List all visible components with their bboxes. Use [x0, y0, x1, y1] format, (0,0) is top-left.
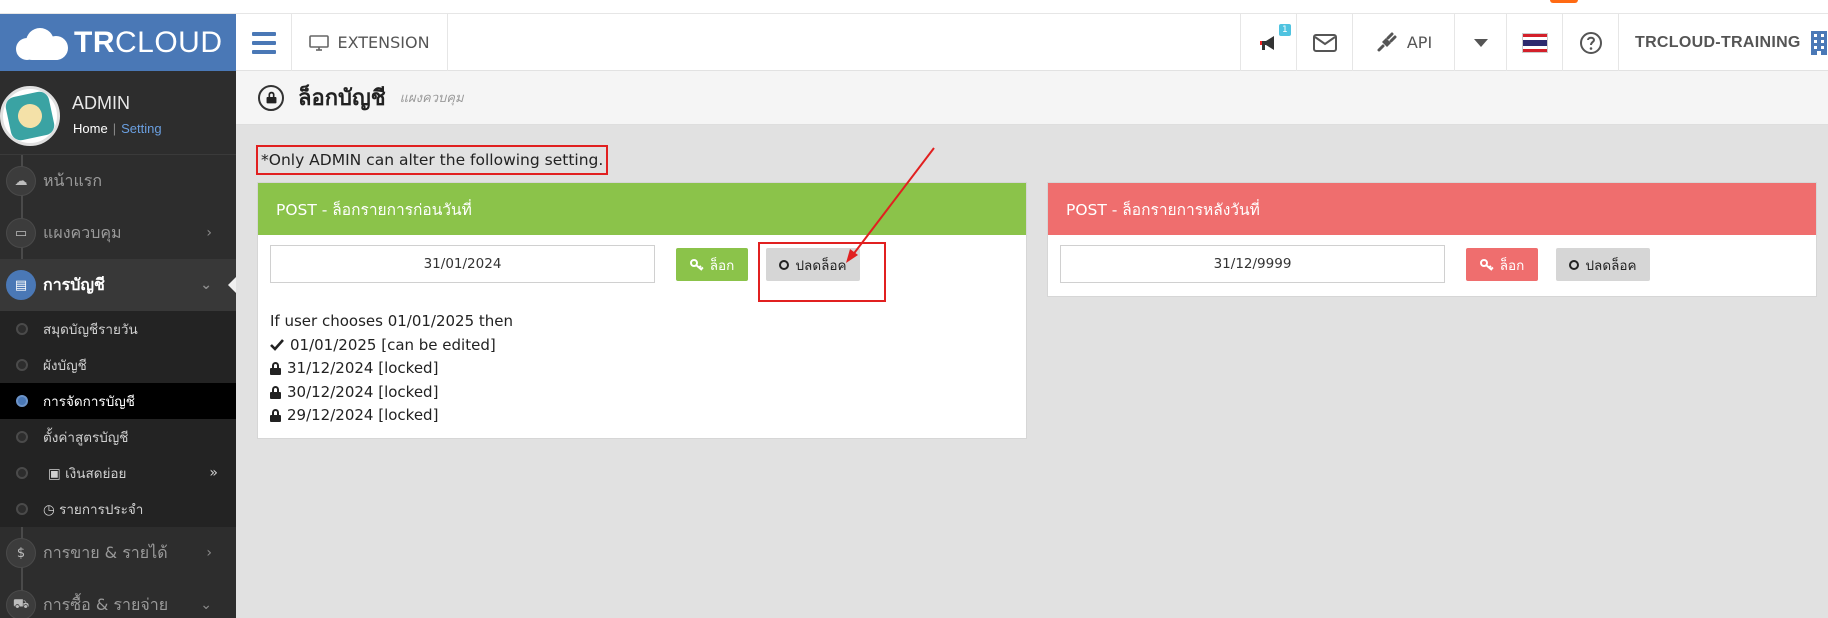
- page-header: ล็อกบัญชี แผงควบคุม: [236, 71, 1828, 125]
- lock-after-lock-button[interactable]: ล็อก: [1466, 248, 1538, 281]
- id-card-icon: ▣: [48, 466, 61, 482]
- cloud-icon: ☁: [6, 166, 36, 196]
- page-title: ล็อกบัญชี: [298, 86, 386, 111]
- lock-icon: [258, 84, 284, 111]
- sidebar-subitem-chart-of-accounts[interactable]: ผังบัญชี: [0, 347, 236, 383]
- lock-icon: [270, 385, 281, 399]
- chevron-down-icon: ⌄: [200, 597, 212, 613]
- explain-row: 29/12/2024 [locked]: [270, 404, 513, 428]
- language-flag-button[interactable]: [1506, 14, 1562, 71]
- key-icon: [689, 258, 704, 271]
- sidebar-item-accounting[interactable]: ▤ การบัญชี ⌄: [0, 259, 236, 311]
- lock-after-date-input[interactable]: 31/12/9999: [1060, 245, 1445, 283]
- profile-panel: ADMIN Home | Setting: [0, 71, 236, 155]
- extension-button[interactable]: EXTENSION: [292, 14, 448, 71]
- extension-label: EXTENSION: [337, 33, 430, 52]
- caret-down-icon: [1473, 38, 1488, 47]
- explain-intro: If user chooses 01/01/2025 then: [270, 312, 514, 330]
- sidebar: ADMIN Home | Setting ☁ หน้าแรก ▭ แผงควบคุม…: [0, 71, 236, 618]
- lock-before-panel: POST - ล็อกรายการก่อนวันที่ 31/01/2024 ล…: [257, 182, 1027, 439]
- mail-button[interactable]: [1296, 14, 1352, 71]
- building-icon: [1810, 30, 1827, 55]
- lock-after-title: POST - ล็อกรายการหลังวันที่: [1048, 183, 1816, 235]
- api-button[interactable]: API: [1352, 14, 1454, 71]
- chevron-down-icon: ⌄: [200, 277, 212, 293]
- circle-icon: [1569, 259, 1580, 270]
- sidebar-item-home[interactable]: ☁ หน้าแรก: [0, 155, 236, 207]
- top-header: TRCLOUD EXTENSION 1 API TRCLOUD-TRAINING: [0, 14, 1828, 71]
- envelope-icon: [1312, 33, 1337, 52]
- lock-after-panel: POST - ล็อกรายการหลังวันที่ 31/12/9999 ล…: [1047, 182, 1817, 297]
- sidebar-item-control-panel[interactable]: ▭ แผงควบคุม ›: [0, 207, 236, 259]
- check-icon: [270, 339, 284, 352]
- lock-after-unlock-button[interactable]: ปลดล็อค: [1556, 248, 1650, 281]
- chevron-right-icon: ›: [206, 225, 212, 241]
- sidebar-subitem-account-formula[interactable]: ตั้งค่าสูตรบัญชี: [0, 419, 236, 455]
- cart-icon: ⛟: [6, 590, 36, 618]
- explain-row: 31/12/2024 [locked]: [270, 357, 513, 381]
- api-label: API: [1406, 33, 1433, 52]
- breadcrumb-setting-link[interactable]: Setting: [121, 121, 161, 136]
- annotation-highlight-box: [758, 242, 886, 302]
- company-switcher[interactable]: TRCLOUD-TRAINING: [1618, 14, 1828, 71]
- header-right-tools: 1 API TRCLOUD-TRAINING: [1240, 14, 1828, 71]
- sidebar-item-purchases[interactable]: ⛟ การซื้อ & รายจ่าย ⌄: [0, 579, 236, 618]
- clock-icon: ◷: [43, 502, 55, 518]
- menu-toggle-button[interactable]: [236, 14, 292, 71]
- megaphone-icon: [1259, 35, 1274, 50]
- chevron-right-icon: ›: [206, 545, 212, 561]
- double-chevron-right-icon: »: [209, 465, 218, 481]
- explain-row: 01/01/2025 [can be edited]: [270, 334, 513, 358]
- monitor-icon: [309, 34, 330, 51]
- admin-notice: *Only ADMIN can alter the following sett…: [256, 145, 609, 175]
- question-circle-icon: [1579, 31, 1602, 54]
- page-subtitle: แผงควบคุม: [399, 91, 464, 106]
- notification-count-badge: 1: [1279, 24, 1291, 36]
- announcement-button[interactable]: 1: [1240, 14, 1296, 71]
- help-button[interactable]: [1562, 14, 1618, 71]
- sidebar-subitem-petty-cash[interactable]: ▣ เงินสดย่อย »: [0, 455, 236, 491]
- sidebar-subitem-journal[interactable]: สมุดบัญชีรายวัน: [0, 311, 236, 347]
- cloud-logo-icon: [16, 26, 70, 60]
- lock-before-lock-button[interactable]: ล็อก: [676, 248, 748, 281]
- breadcrumb: Home | Setting: [73, 121, 162, 136]
- profile-name: ADMIN: [72, 93, 130, 113]
- key-icon: [1479, 258, 1494, 271]
- sidebar-item-sales[interactable]: $ การขาย & รายได้ ›: [0, 527, 236, 579]
- breadcrumb-home-link[interactable]: Home: [73, 121, 108, 136]
- lock-before-date-input[interactable]: 31/01/2024: [270, 245, 655, 283]
- thai-flag-icon: [1521, 32, 1548, 53]
- dollar-icon: $: [6, 538, 36, 568]
- sidebar-subitem-account-management[interactable]: การจัดการบัญชี: [0, 383, 236, 419]
- lock-icon: [270, 362, 281, 376]
- sidebar-subitem-recurring[interactable]: ◷ รายการประจำ: [0, 491, 236, 527]
- company-name: TRCLOUD-TRAINING: [1635, 33, 1801, 51]
- explain-row: 30/12/2024 [locked]: [270, 381, 513, 405]
- plug-icon: [1377, 32, 1397, 51]
- orange-badge: [1550, 0, 1578, 3]
- book-icon: ▤: [6, 270, 36, 300]
- logo[interactable]: TRCLOUD: [0, 14, 236, 71]
- lock-explanation: If user chooses 01/01/2025 then 01/01/20…: [270, 310, 513, 428]
- lock-icon: [270, 409, 281, 423]
- dropdown-button[interactable]: [1454, 14, 1506, 71]
- browser-top-strip: [0, 0, 1828, 14]
- monitor-icon: ▭: [6, 218, 36, 248]
- lock-before-title: POST - ล็อกรายการก่อนวันที่: [258, 183, 1026, 235]
- logo-text: TRCLOUD: [74, 25, 223, 59]
- avatar[interactable]: [0, 86, 60, 146]
